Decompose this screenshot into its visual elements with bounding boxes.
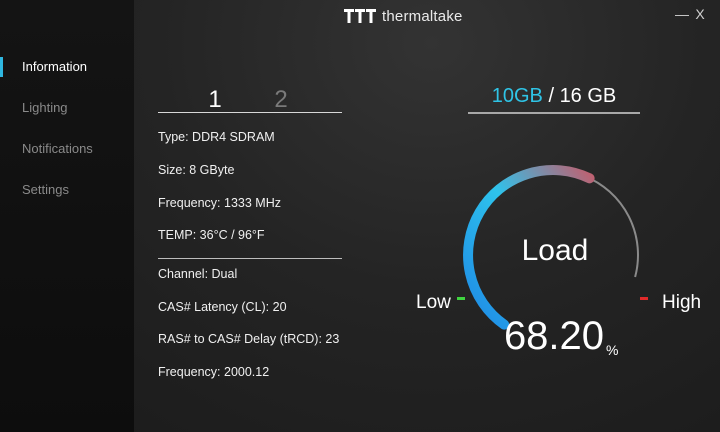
- gauge-title: Load: [521, 234, 589, 267]
- brand: thermaltake: [344, 6, 463, 26]
- gauge-low-label: Low: [416, 292, 451, 313]
- memory-total: 16 GB: [559, 85, 617, 107]
- info-temp: TEMP: 36°C / 96°F: [158, 228, 265, 242]
- sidebar-item-lighting[interactable]: Lighting: [0, 95, 134, 121]
- info-type: Type: DDR4 SDRAM: [158, 130, 275, 144]
- info-channel: Channel: Dual: [158, 267, 238, 281]
- memory-used: 10GB: [491, 85, 543, 107]
- info-frequency-2: Frequency: 2000.12: [158, 365, 270, 379]
- app-window: Information Lighting Notifications Setti…: [0, 0, 720, 432]
- memory-underline: [468, 112, 640, 114]
- tab-module-2[interactable]: 2: [261, 86, 301, 114]
- gauge-unit: %: [606, 342, 619, 358]
- memory-usage: 10GB / 16 GB: [468, 82, 640, 110]
- tab-underline: [158, 112, 342, 113]
- sidebar-item-notifications[interactable]: Notifications: [0, 136, 134, 162]
- close-button[interactable]: X: [692, 6, 708, 22]
- info-cas-latency: CAS# Latency (CL): 20: [158, 300, 287, 314]
- info-divider: [158, 258, 342, 259]
- gauge-high-label: High: [662, 292, 702, 313]
- thermaltake-logo-icon: [344, 9, 376, 23]
- gauge-low-marker: [457, 297, 465, 300]
- minimize-button[interactable]: —: [674, 6, 690, 22]
- memory-separator: /: [542, 85, 560, 107]
- sidebar: Information Lighting Notifications Setti…: [0, 0, 134, 432]
- sidebar-item-information[interactable]: Information: [0, 54, 134, 80]
- tab-module-1[interactable]: 1: [195, 86, 235, 114]
- gauge-high-marker: [640, 297, 648, 300]
- sidebar-item-settings[interactable]: Settings: [0, 177, 134, 203]
- info-frequency: Frequency: 1333 MHz: [158, 196, 281, 210]
- info-ras-to-cas: RAS# to CAS# Delay (tRCD): 23: [158, 332, 340, 346]
- info-size: Size: 8 GByte: [158, 163, 235, 177]
- brand-name: thermaltake: [382, 7, 463, 25]
